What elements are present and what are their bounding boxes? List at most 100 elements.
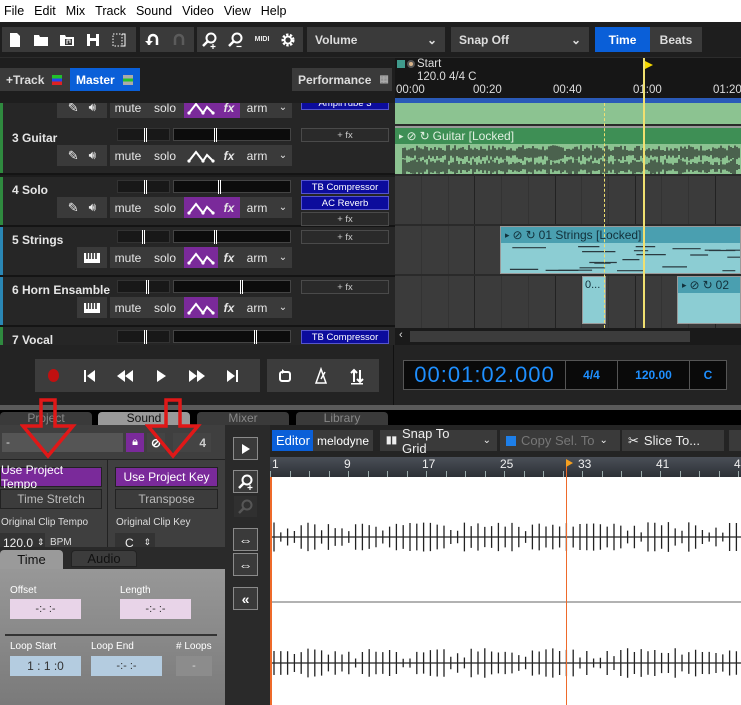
arm-button[interactable]: arm	[240, 197, 274, 218]
scroll-left-icon[interactable]: ‹	[399, 329, 403, 341]
volume-knob[interactable]	[214, 128, 217, 142]
pencil-icon[interactable]: ✎	[68, 200, 79, 216]
playhead-flag-icon[interactable]	[645, 61, 653, 69]
loop-clip-icon[interactable]: ↻	[420, 129, 430, 143]
open-button[interactable]	[28, 27, 54, 52]
track-row[interactable]: 3 Guitar ✎ 🔊︎ mute solo fx arm ⌄ + fx	[0, 125, 395, 175]
audio-waveform-view[interactable]	[270, 477, 741, 705]
undo-button[interactable]	[140, 27, 166, 52]
copy-selection-select[interactable]: Copy Sel. To ⌄	[500, 430, 620, 451]
collapse-panel-button[interactable]: «	[233, 587, 258, 610]
menu-edit[interactable]: Edit	[30, 4, 62, 18]
add-fx-button[interactable]: + fx	[301, 280, 389, 294]
horn-clip[interactable]: ▸ ⊘ ↻ 02	[677, 276, 741, 324]
track-name[interactable]: 7 Vocal	[12, 333, 53, 345]
horizontal-zoom-in-button[interactable]: ⇔	[233, 528, 258, 551]
time-mode-button[interactable]: Time	[595, 27, 650, 52]
solo-button[interactable]: solo	[146, 103, 184, 118]
track-row[interactable]: ✎🔊︎ mute solo fx arm ⌄ TB CompressorAmpl…	[0, 103, 395, 127]
chevron-down-icon[interactable]: ⌄	[274, 145, 292, 166]
solo-button[interactable]: solo	[146, 145, 184, 166]
automation-button[interactable]	[184, 145, 218, 166]
fx-button[interactable]: fx	[218, 103, 240, 118]
add-fx-button[interactable]: + fx	[301, 128, 389, 142]
metronome-button[interactable]	[303, 359, 339, 392]
editor-zoom-out-button[interactable]	[233, 495, 258, 518]
zoom-in-button[interactable]	[197, 27, 223, 52]
fx-plugin-slot[interactable]: TB Compressor	[301, 330, 389, 344]
fx-button[interactable]: fx	[218, 145, 240, 166]
strings-clip[interactable]: ▸ ⊘ ↻ 01 Strings [Locked]	[500, 226, 741, 274]
redo-button[interactable]	[166, 27, 192, 52]
offset-field[interactable]: -:- :-	[10, 599, 81, 619]
tab-library[interactable]: Library	[296, 411, 388, 425]
loop-button[interactable]	[267, 359, 303, 392]
track-name[interactable]: 3 Guitar	[12, 131, 57, 145]
subtab-time[interactable]: Time	[0, 550, 63, 569]
loops-count-field[interactable]: -	[176, 656, 212, 676]
subtab-audio[interactable]: Audio	[71, 550, 137, 567]
time-stretch-button[interactable]: Time Stretch	[0, 489, 102, 509]
slice-to-button[interactable]: ✂ Slice To...	[622, 430, 724, 451]
use-project-tempo-button[interactable]: Use Project Tempo	[0, 463, 102, 491]
length-field[interactable]: -:- :-	[120, 599, 191, 619]
solo-button[interactable]: solo	[146, 197, 184, 218]
fx-button[interactable]: fx	[218, 297, 240, 318]
menu-track[interactable]: Track	[91, 4, 132, 18]
pan-slider[interactable]	[117, 330, 170, 344]
pan-slider[interactable]	[117, 128, 170, 142]
time-signature[interactable]: 4/4	[566, 361, 618, 389]
track-name[interactable]: 6 Horn Ensamble	[12, 283, 110, 297]
loop-clip-icon[interactable]: ↻	[526, 228, 536, 242]
fast-forward-button[interactable]	[179, 359, 215, 392]
snap-to-grid-select[interactable]: ▮▮ Snap To Grid ⌄	[380, 426, 497, 456]
arm-button[interactable]: arm	[240, 145, 274, 166]
piano-keys-icon[interactable]	[77, 247, 107, 268]
melodyne-tab[interactable]: melodyne	[313, 430, 374, 451]
solo-button[interactable]: solo	[146, 297, 184, 318]
automation-button[interactable]	[184, 103, 218, 118]
menu-video[interactable]: Video	[178, 4, 220, 18]
loop-start-field[interactable]: 1 : 1 :0	[10, 656, 81, 676]
timeline-ruler[interactable]: Start 120.0 4/4 C 00:00 00:20 00:40 01:0…	[395, 58, 741, 103]
chevron-down-icon[interactable]: ⌄	[274, 103, 292, 118]
pencil-icon[interactable]: ✎	[68, 148, 79, 164]
add-track-button[interactable]: +Track	[0, 68, 70, 91]
mute-button[interactable]: mute	[110, 103, 146, 118]
beats-mode-button[interactable]: Beats	[650, 27, 702, 52]
fx-plugin-slot[interactable]: TB Compressor	[301, 180, 389, 194]
speaker-icon[interactable]: 🔊︎	[89, 103, 97, 115]
track-name[interactable]: 4 Solo	[12, 183, 48, 197]
arm-button[interactable]: arm	[240, 103, 274, 118]
tab-sound[interactable]: Sound	[98, 411, 190, 425]
pan-knob[interactable]	[144, 128, 147, 142]
arm-button[interactable]: arm	[240, 247, 274, 268]
pan-slider[interactable]	[117, 280, 170, 294]
speaker-icon[interactable]: 🔊︎	[89, 200, 97, 215]
volume-slider[interactable]	[173, 280, 291, 294]
add-fx-button[interactable]: + fx	[301, 212, 389, 226]
volume-slider[interactable]	[173, 230, 291, 244]
volume-slider[interactable]	[173, 330, 291, 344]
automation-button[interactable]	[184, 197, 218, 218]
transpose-button[interactable]: Transpose	[115, 489, 218, 509]
horizontal-zoom-out-button[interactable]: ⇔	[233, 553, 258, 576]
pan-knob[interactable]	[142, 230, 145, 244]
crop-button[interactable]	[106, 27, 132, 52]
time-display[interactable]: 00:01:02.000 4/4 120.00 C	[403, 360, 727, 390]
master-button[interactable]: Master	[70, 68, 140, 91]
fx-button[interactable]: fx	[218, 247, 240, 268]
tempo-readout[interactable]: 120.00	[618, 361, 690, 389]
mute-button[interactable]: mute	[110, 197, 146, 218]
track-row[interactable]: 5 Strings mute solo fx arm ⌄ + fx	[0, 227, 395, 277]
midi-button[interactable]: MIDI	[249, 27, 275, 52]
go-to-start-button[interactable]	[71, 359, 107, 392]
play-button[interactable]	[143, 359, 179, 392]
volume-knob[interactable]	[254, 330, 257, 344]
piano-keys-icon[interactable]	[77, 297, 107, 318]
menu-file[interactable]: File	[0, 4, 30, 18]
playhead-line[interactable]	[643, 58, 645, 328]
save-button[interactable]	[80, 27, 106, 52]
arm-button[interactable]: arm	[240, 297, 274, 318]
import-media-button[interactable]	[54, 27, 80, 52]
